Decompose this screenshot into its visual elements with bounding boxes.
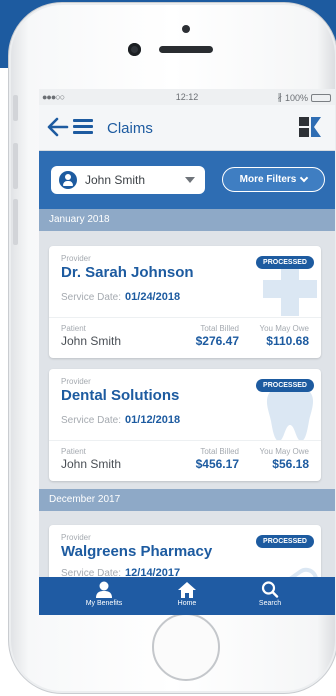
more-filters-label: More Filters: [239, 174, 297, 185]
provider-name: Dr. Sarah Johnson: [61, 264, 194, 281]
phone-frame: ●●●○○ 12:12 ∦ 100% Claims John Smith Mor…: [8, 2, 336, 694]
provider-label: Provider: [61, 377, 91, 386]
provider-name: Walgreens Pharmacy: [61, 543, 213, 560]
service-date-label: Service Date:: [61, 415, 122, 426]
app-header: Claims: [39, 105, 335, 151]
user-avatar-icon: [59, 171, 77, 189]
logo: [299, 117, 321, 137]
earpiece-speaker: [159, 46, 213, 53]
tab-label: My Benefits: [85, 600, 123, 607]
card-divider: [49, 440, 321, 441]
tab-my-benefits[interactable]: My Benefits: [69, 577, 139, 615]
card-divider: [49, 317, 321, 318]
page-title: Claims: [107, 120, 153, 137]
home-icon: [178, 582, 196, 598]
service-date-row: Service Date: 01/12/2018: [61, 414, 180, 426]
tab-search[interactable]: Search: [235, 577, 305, 615]
volume-up-button: [13, 143, 18, 189]
app-screen: ●●●○○ 12:12 ∦ 100% Claims John Smith Mor…: [39, 89, 335, 615]
member-select-value: John Smith: [85, 173, 146, 187]
chevron-down-icon: [300, 173, 309, 183]
total-billed-amount: $276.47: [195, 334, 239, 348]
battery-percent: 100%: [284, 92, 308, 103]
provider-label: Provider: [61, 533, 91, 542]
member-select[interactable]: John Smith: [51, 166, 205, 194]
status-badge: PROCESSED: [256, 379, 314, 392]
provider-label: Provider: [61, 254, 91, 263]
you-may-owe-amount: $56.18: [272, 457, 309, 471]
claim-card[interactable]: Provider Dental Solutions PROCESSED Serv…: [49, 369, 321, 481]
service-date: 01/12/2018: [125, 414, 181, 426]
month-header: December 2017: [39, 489, 335, 511]
mute-switch: [13, 95, 18, 121]
tab-label: Home: [177, 600, 197, 607]
patient-label: Patient: [61, 447, 86, 456]
volume-down-button: [13, 199, 18, 245]
search-icon: [261, 581, 279, 598]
patient-name: John Smith: [61, 334, 122, 348]
patient-name: John Smith: [61, 457, 122, 471]
status-right: ∦ 100%: [277, 92, 331, 103]
proximity-sensor: [182, 25, 190, 33]
total-billed-label: Total Billed: [200, 447, 239, 456]
you-may-owe-label: You May Owe: [259, 447, 309, 456]
hamburger-menu-icon[interactable]: [73, 119, 93, 135]
more-filters-button[interactable]: More Filters: [222, 167, 325, 192]
you-may-owe-label: You May Owe: [259, 324, 309, 333]
filter-bar: John Smith More Filters: [39, 151, 335, 209]
person-icon: [96, 581, 112, 598]
battery-icon: [311, 93, 331, 102]
you-may-owe-amount: $110.68: [266, 334, 309, 348]
service-date-row: Service Date: 01/24/2018: [61, 291, 180, 303]
bluetooth-icon: ∦: [277, 92, 282, 102]
status-bar: ●●●○○ 12:12 ∦ 100%: [39, 89, 335, 105]
provider-name: Dental Solutions: [61, 387, 180, 404]
tab-bar: My Benefits Home Search: [39, 577, 335, 615]
chevron-down-icon: [185, 177, 195, 183]
tab-label: Search: [258, 600, 282, 607]
total-billed-amount: $456.17: [195, 457, 239, 471]
tab-home[interactable]: Home: [152, 577, 222, 615]
home-button[interactable]: [152, 613, 220, 681]
total-billed-label: Total Billed: [200, 324, 239, 333]
patient-label: Patient: [61, 324, 86, 333]
month-header: January 2018: [39, 209, 335, 231]
service-date: 01/24/2018: [125, 291, 181, 303]
service-date-label: Service Date:: [61, 292, 122, 303]
status-badge: PROCESSED: [256, 256, 314, 269]
status-badge: PROCESSED: [256, 535, 314, 548]
back-arrow-icon[interactable]: [47, 116, 69, 138]
front-camera: [128, 43, 141, 56]
claim-card[interactable]: Provider Dr. Sarah Johnson PROCESSED Ser…: [49, 246, 321, 358]
